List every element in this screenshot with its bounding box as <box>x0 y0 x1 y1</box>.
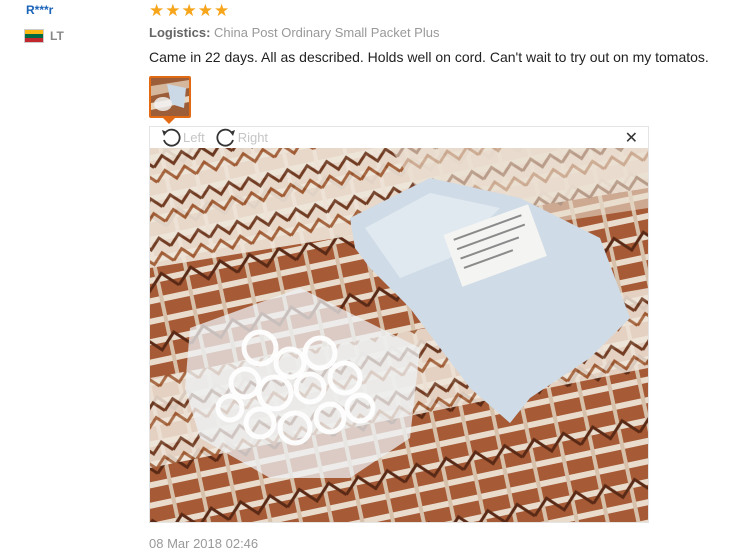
review-photo-image <box>150 148 648 522</box>
logistics-value: China Post Ordinary Small Packet Plus <box>214 25 440 40</box>
star-icon: ★ <box>197 1 213 20</box>
logistics-label: Logistics: <box>149 25 211 40</box>
thumbnail-pointer <box>162 117 176 124</box>
buyer-country: LT <box>24 29 64 43</box>
close-icon[interactable]: ✕ <box>625 131 638 147</box>
thumbnail-image <box>151 78 189 116</box>
rotate-left-button[interactable]: Left <box>160 128 205 148</box>
lithuania-flag-icon <box>24 29 44 43</box>
country-code: LT <box>50 29 64 43</box>
star-icon: ★ <box>181 1 197 20</box>
review-date: 08 Mar 2018 02:46 <box>149 536 259 551</box>
star-icon: ★ <box>165 1 181 20</box>
logistics-info: Logistics: China Post Ordinary Small Pac… <box>149 25 439 40</box>
rotate-right-label: Right <box>237 130 269 145</box>
star-icon: ★ <box>149 1 165 20</box>
rotate-right-icon <box>216 128 235 147</box>
review-item: R***r LT ★ ★ ★ ★ ★ Logistics: China Post… <box>0 0 744 551</box>
star-rating: ★ ★ ★ ★ ★ <box>149 2 229 19</box>
review-photo <box>150 148 648 522</box>
rotate-left-label: Left <box>183 130 205 145</box>
viewer-toolbar: Left Right ✕ <box>150 127 648 148</box>
photo-viewer: Left Right ✕ <box>149 126 649 523</box>
buyer-name: R***r <box>26 3 54 17</box>
rotate-right-button[interactable]: Right <box>215 128 268 148</box>
rotate-left-icon <box>162 128 181 147</box>
review-text: Came in 22 days. All as described. Holds… <box>149 49 709 65</box>
review-photo-thumbnail[interactable] <box>149 76 191 118</box>
star-icon: ★ <box>214 1 230 20</box>
